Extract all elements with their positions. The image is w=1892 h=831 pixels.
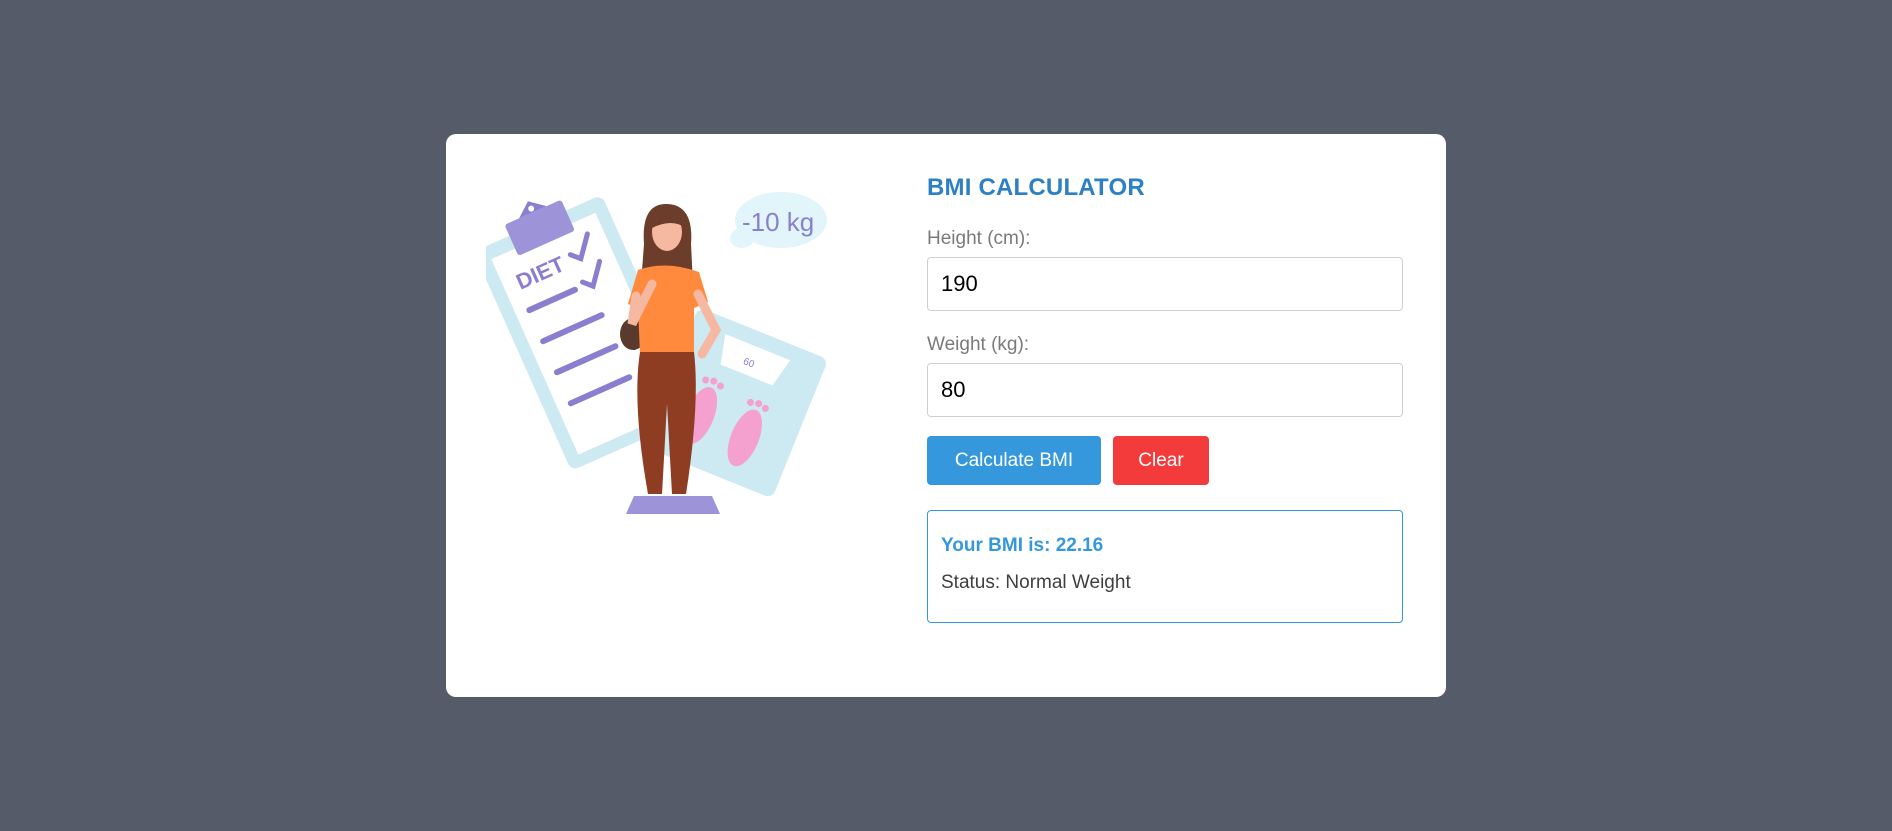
bmi-result-text: Your BMI is: 22.16	[941, 535, 1104, 556]
calculate-bmi-button[interactable]: Calculate BMI	[927, 436, 1101, 485]
bmi-status-text: Status: Normal Weight	[941, 572, 1131, 593]
bubble-text: -10 kg	[742, 207, 814, 237]
height-input[interactable]	[927, 257, 1403, 311]
bmi-form: BMI CALCULATOR Height (cm): Weight (kg):…	[927, 174, 1403, 623]
weight-loss-bubble: -10 kg	[730, 192, 827, 248]
bmi-card: DIET -10 kg 60 BMI CALCULATOR Height (cm…	[446, 134, 1446, 697]
button-row: Calculate BMI Clear	[927, 436, 1403, 485]
result-box: Your BMI is: 22.16 Status: Normal Weight	[927, 510, 1403, 623]
clear-button[interactable]: Clear	[1113, 436, 1209, 485]
page-title: BMI CALCULATOR	[927, 174, 1145, 201]
weight-input[interactable]	[927, 363, 1403, 417]
height-label: Height (cm):	[927, 228, 1031, 249]
diet-illustration: DIET -10 kg 60	[476, 184, 886, 564]
woman-weight-loss-illustration: DIET -10 kg 60	[476, 192, 827, 514]
weight-label: Weight (kg):	[927, 334, 1030, 355]
